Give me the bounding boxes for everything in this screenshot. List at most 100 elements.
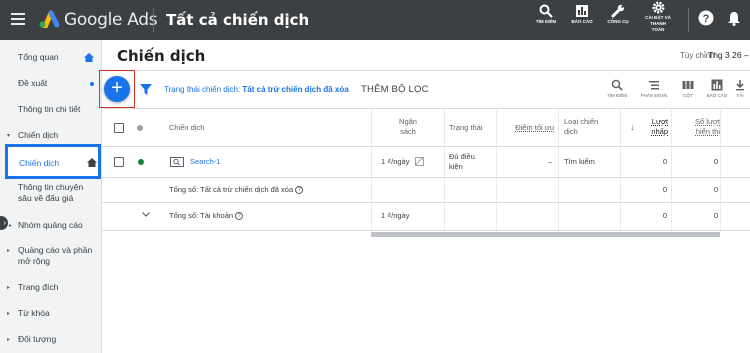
totals-clicks: 0 [662,185,667,194]
divider [102,202,750,203]
status-dot [138,159,144,165]
status-text: Đủ điều [449,152,475,161]
notifications-bell-icon[interactable] [727,11,741,26]
top-tool-settings[interactable]: CÀI ĐẶT VÀ THANH TOÁN [638,1,678,32]
sort-arrow-icon[interactable]: ↓ [630,122,635,132]
add-campaign-button[interactable]: + [104,76,130,102]
toolbar-label: TẢI [736,93,744,98]
sidebar-item-campaigns-active[interactable]: Chiến dịch [5,144,101,179]
header-text: Loại chiến [564,117,599,126]
top-tool-tools[interactable]: CÔNG CỤ [598,4,638,24]
sidebar-item-keywords[interactable]: ▸ Từ khóa [0,308,102,322]
totals-label: Tổng số: Tất cả trừ chiến dịch đã xóa ? [169,185,304,195]
download-button[interactable]: TẢI [730,79,750,98]
top-tool-search[interactable]: TÌM KIẾM [526,4,566,24]
home-icon [87,158,97,167]
sidebar-item-label: Từ khóa [18,308,50,318]
help-icon[interactable]: ? [698,10,714,26]
totals-budget: 1 ₫/ngày [381,211,410,220]
chevron-right-icon: ▸ [7,248,11,254]
help-icon[interactable]: ? [235,212,244,221]
divider [102,177,750,178]
divider [102,146,750,147]
sidebar-item-insights[interactable]: Thông tin chi tiết [0,104,102,118]
reports-button[interactable]: BÁO CÁO [700,79,734,98]
budget-cell[interactable]: 1 ₫/ngày [381,157,409,167]
home-icon [84,53,94,62]
sidebar-item-label: Trang đích [18,282,59,292]
horizontal-scrollbar[interactable] [371,232,720,237]
divider [102,70,750,71]
campaign-type-cell: Tìm kiếm [564,157,595,166]
header-text: Ngân [399,117,417,126]
totals-clicks: 0 [662,211,667,220]
impressions-cell: 0 [713,157,718,166]
toolbar-label: PHÂN ĐOẠN [640,93,668,98]
header-text: hiển thị [695,127,720,136]
sidebar-item-auction-insights[interactable]: Thông tin chuyên sâu về đấu giá [0,182,102,206]
column-divider [671,108,672,232]
header-text: dịch [564,127,578,136]
page-context-title: Tất cả chiến dịch [166,11,310,29]
reports-icon [576,5,588,17]
status-header-dot [137,125,143,131]
column-header-status[interactable]: Trạng thái [449,123,483,133]
chevron-down-icon: ▾ [7,133,11,139]
column-divider [620,108,621,232]
sidebar-item-label: Tổng quan [18,52,59,62]
sidebar-item-label: Chiến dịch [18,130,59,140]
chevron-down-icon[interactable] [142,212,150,217]
wrench-icon [611,4,625,18]
sidebar-item-label: Quảng cáo và phần [18,245,93,255]
optimization-score-cell: – [547,157,552,166]
active-filter-chip[interactable]: Trạng thái chiến dịch: Tất cả trừ chiến … [164,85,349,94]
sidebar-item-label: Nhóm quảng cáo [18,220,83,230]
totals-label: Tổng số: Tài khoản ? [169,211,244,221]
clicks-cell: 0 [662,157,667,166]
row-checkbox[interactable] [114,157,124,167]
column-divider [444,108,445,232]
column-divider [558,108,559,232]
select-all-checkbox[interactable] [114,123,124,133]
header-text: nhấp [651,127,668,136]
column-header-campaign[interactable]: Chiến dịch [169,123,204,133]
add-filter-button[interactable]: THÊM BỘ LỌC [361,84,429,95]
reports-icon [711,79,723,91]
sidebar-item-label: Đối tượng [18,334,57,344]
top-tool-reports[interactable]: BÁO CÁO [562,4,602,24]
totals-label-text: Tổng số: Tất cả trừ chiến dịch đã xóa [169,185,294,194]
sidebar-item-recommendations[interactable]: Đề xuất [0,78,102,92]
sidebar-item-ads-extensions[interactable]: ▸ Quảng cáo và phần mở rộng [0,245,102,269]
tool-label: CÀI ĐẶT VÀ [645,15,671,20]
column-header-impressions[interactable]: Số lượt hiển thị [680,117,720,137]
sidebar-item-label: Chiến dịch [19,158,60,168]
sidebar-item-campaigns-group[interactable]: ▾ Chiến dịch [0,130,102,144]
notification-dot [90,82,94,86]
google-ads-logo[interactable] [38,10,60,28]
top-app-bar: Google Ads Tất cả chiến dịch TÌM KIẾM BÁ… [0,0,750,40]
date-range-picker[interactable]: Thg 3 26 – [708,50,749,60]
table-search-button[interactable]: TÌM KIẾM [600,79,634,98]
sidebar-item-audiences[interactable]: ▸ Đối tượng [0,334,102,348]
chevron-right-icon: ▸ [7,337,11,343]
tool-label: BÁO CÁO [571,19,593,24]
column-header-clicks[interactable]: Lượt nhấp [640,117,668,137]
status-text: kiện [449,162,463,171]
header-text: Số lượt [695,117,720,126]
budget-chart-icon[interactable] [415,157,424,166]
sidebar-item-overview[interactable]: Tổng quan [0,52,102,66]
download-icon [736,80,744,91]
tool-label: TOÁN [651,27,665,32]
tool-label: TÌM KIẾM [535,19,557,24]
column-header-campaign-type[interactable]: Loại chiến dịch [564,117,598,137]
segment-button[interactable]: PHÂN ĐOẠN [637,79,671,98]
menu-icon[interactable] [11,13,25,25]
filter-icon[interactable] [140,84,152,95]
sidebar-item-ad-groups[interactable]: ▸ Nhóm quảng cáo [0,220,102,234]
column-header-optimization-score[interactable]: Điểm tối ưu [497,123,554,133]
status-cell: Đủ điều kiện [449,152,475,172]
sidebar-item-landing-pages[interactable]: ▸ Trang đích [0,282,102,296]
campaign-name-link[interactable]: Search-1 [190,157,220,167]
help-icon[interactable]: ? [295,186,304,195]
column-header-budget[interactable]: Ngân sách [372,117,444,137]
